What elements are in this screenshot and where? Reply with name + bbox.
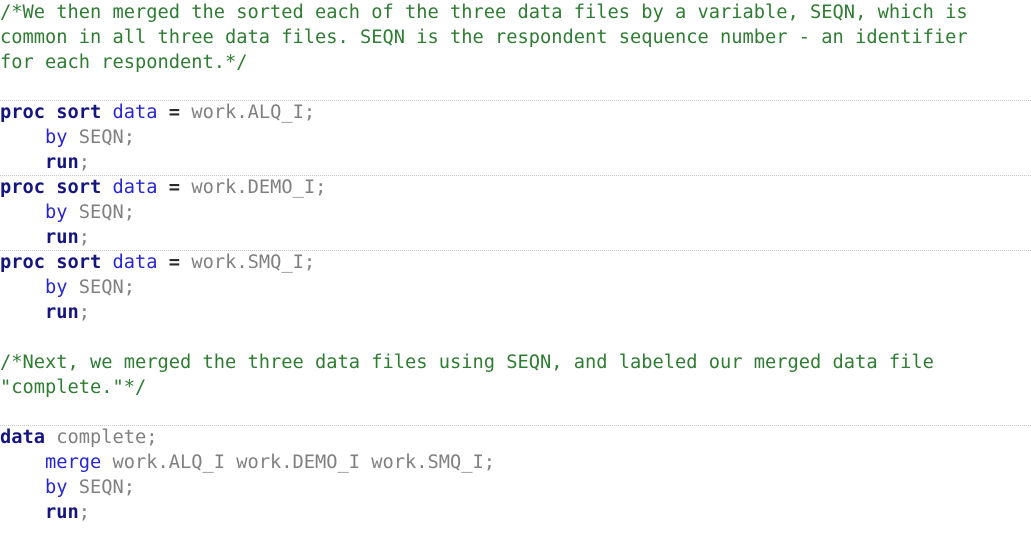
code-token-plain: ; <box>78 152 91 173</box>
code-token-keyword: data <box>0 427 46 448</box>
code-line[interactable]: merge work.ALQ_I work.DEMO_I work.SMQ_I; <box>0 450 1031 475</box>
code-token-plain: work.DEMO_I; <box>180 177 327 198</box>
code-token-plain: SEQN; <box>67 277 136 298</box>
code-token-plain: work.ALQ_I; <box>180 102 316 123</box>
code-line[interactable]: run; <box>0 150 1031 175</box>
code-line[interactable]: by SEQN; <box>0 200 1031 225</box>
code-token-keyword: run <box>45 152 79 173</box>
code-token-comment: common in all three data files. SEQN is … <box>0 27 968 48</box>
code-token-comment: "complete."*/ <box>0 377 147 398</box>
code-line[interactable] <box>0 75 1031 100</box>
code-line[interactable]: for each respondent.*/ <box>0 50 1031 75</box>
code-token-kw2: by <box>45 202 68 223</box>
code-line[interactable]: by SEQN; <box>0 275 1031 300</box>
code-token-plain: SEQN; <box>67 202 136 223</box>
code-token-kw2: data <box>112 102 158 123</box>
sas-code-editor[interactable]: /*We then merged the sorted each of the … <box>0 0 1031 539</box>
code-line[interactable]: by SEQN; <box>0 125 1031 150</box>
code-token-plain: ; <box>78 302 91 323</box>
code-line[interactable]: /*Next, we merged the three data files u… <box>0 350 1031 375</box>
code-token-kw2: by <box>45 277 68 298</box>
code-line[interactable]: proc sort data = work.SMQ_I; <box>0 250 1031 275</box>
code-token-plain: work.SMQ_I; <box>180 252 316 273</box>
code-token-comment: /*Next, we merged the three data files u… <box>0 352 934 373</box>
code-token-kw2: data <box>112 177 158 198</box>
code-line[interactable]: proc sort data = work.DEMO_I; <box>0 175 1031 200</box>
code-line-list[interactable]: /*We then merged the sorted each of the … <box>0 0 1031 525</box>
code-token-op: = <box>168 252 181 273</box>
code-token-plain: SEQN; <box>67 477 136 498</box>
code-token-plain: ; <box>78 227 91 248</box>
code-token-kw2: by <box>45 477 68 498</box>
code-line[interactable]: "complete."*/ <box>0 375 1031 400</box>
code-line[interactable]: run; <box>0 300 1031 325</box>
code-token-plain: complete; <box>45 427 158 448</box>
code-line[interactable]: by SEQN; <box>0 475 1031 500</box>
code-line[interactable]: run; <box>0 225 1031 250</box>
code-token-plain: SEQN; <box>67 127 136 148</box>
code-token-op: = <box>168 102 181 123</box>
code-token-plain: work.ALQ_I work.DEMO_I work.SMQ_I; <box>101 452 496 473</box>
code-line[interactable]: /*We then merged the sorted each of the … <box>0 0 1031 25</box>
code-token-kw2: data <box>112 252 158 273</box>
code-token-keyword: run <box>45 227 79 248</box>
code-line[interactable] <box>0 325 1031 350</box>
code-line[interactable] <box>0 400 1031 425</box>
code-line[interactable]: run; <box>0 500 1031 525</box>
code-token-plain: ; <box>78 502 91 523</box>
code-token-kw2: by <box>45 127 68 148</box>
code-token-kw2: merge <box>45 452 102 473</box>
code-line[interactable]: data complete; <box>0 425 1031 450</box>
code-token-keyword: run <box>45 502 79 523</box>
code-line[interactable]: common in all three data files. SEQN is … <box>0 25 1031 50</box>
code-token-op: = <box>168 177 181 198</box>
code-line[interactable]: proc sort data = work.ALQ_I; <box>0 100 1031 125</box>
code-token-keyword: proc sort <box>0 252 113 273</box>
code-token-keyword: proc sort <box>0 177 113 198</box>
code-token-comment: /*We then merged the sorted each of the … <box>0 2 968 23</box>
code-token-comment: for each respondent.*/ <box>0 52 248 73</box>
code-token-keyword: proc sort <box>0 102 113 123</box>
code-token-keyword: run <box>45 302 79 323</box>
